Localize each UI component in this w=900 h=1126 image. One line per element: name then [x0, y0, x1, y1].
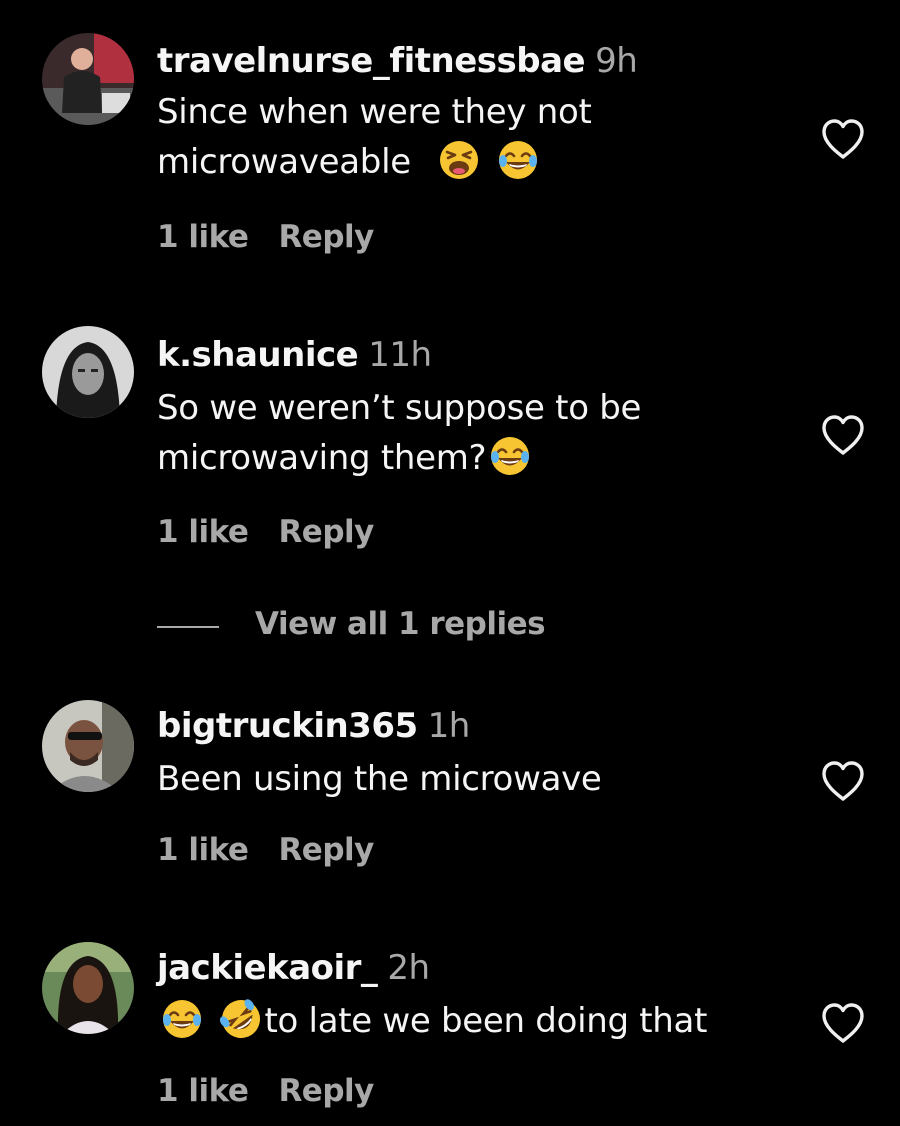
comment-meta: 1 like Reply	[157, 514, 374, 550]
username-row[interactable]: k.shaunice 11h	[157, 335, 432, 375]
like-count[interactable]: 1 like	[157, 219, 249, 255]
joy-emoji	[161, 998, 203, 1040]
reply-button[interactable]: Reply	[278, 1073, 374, 1109]
avatar[interactable]	[42, 700, 134, 792]
comment-timestamp: 11h	[368, 335, 432, 375]
comment-text-line: Been using the microwave	[157, 759, 602, 799]
weary-face-emoji	[438, 139, 480, 181]
like-count[interactable]: 1 like	[157, 1073, 249, 1109]
comment-text: So we weren’t suppose to be microwaving …	[157, 383, 797, 483]
comment-timestamp: 2h	[387, 948, 430, 988]
view-replies-label[interactable]: View all 1 replies	[255, 606, 546, 642]
reply-button[interactable]: Reply	[278, 832, 374, 868]
username[interactable]: k.shaunice	[157, 335, 359, 375]
joy-emoji	[497, 139, 539, 181]
username-row[interactable]: bigtruckin365 1h	[157, 706, 470, 746]
heart-icon[interactable]	[820, 1001, 866, 1045]
comment-text-line: Since when were they not	[157, 92, 592, 132]
replies-divider	[157, 626, 219, 628]
username-row[interactable]: jackiekaoir_ 2h	[157, 948, 430, 988]
reply-button[interactable]: Reply	[278, 514, 374, 550]
comment-meta: 1 like Reply	[157, 219, 374, 255]
heart-icon[interactable]	[820, 413, 866, 457]
username-row[interactable]: travelnurse_fitnessbae 9h	[157, 41, 638, 81]
avatar[interactable]	[42, 326, 134, 418]
reply-button[interactable]: Reply	[278, 219, 374, 255]
heart-icon[interactable]	[820, 117, 866, 161]
username[interactable]: jackiekaoir_	[157, 948, 378, 988]
comment-text: to late we been doing that	[157, 996, 797, 1046]
comment-timestamp: 1h	[427, 706, 471, 746]
avatar[interactable]	[42, 33, 134, 125]
comment-text-line: So we weren’t suppose to be	[157, 388, 642, 428]
like-count[interactable]: 1 like	[157, 832, 249, 868]
comment-meta: 1 like Reply	[157, 1073, 374, 1109]
comment-text: Been using the microwave	[157, 754, 797, 804]
comment-timestamp: 9h	[595, 41, 638, 81]
avatar[interactable]	[42, 942, 134, 1034]
like-count[interactable]: 1 like	[157, 514, 249, 550]
joy-emoji	[489, 435, 531, 477]
comment-text-line: microwaving them?	[157, 438, 487, 478]
comment-text-line: microwaveable	[157, 142, 411, 182]
username[interactable]: travelnurse_fitnessbae	[157, 41, 586, 81]
heart-icon[interactable]	[820, 759, 866, 803]
rofl-emoji	[220, 998, 262, 1040]
comment-text: Since when were they not microwaveable	[157, 87, 797, 187]
username[interactable]: bigtruckin365	[157, 706, 418, 746]
comment-meta: 1 like Reply	[157, 832, 374, 868]
comment-text-line: to late we been doing that	[264, 1001, 708, 1041]
